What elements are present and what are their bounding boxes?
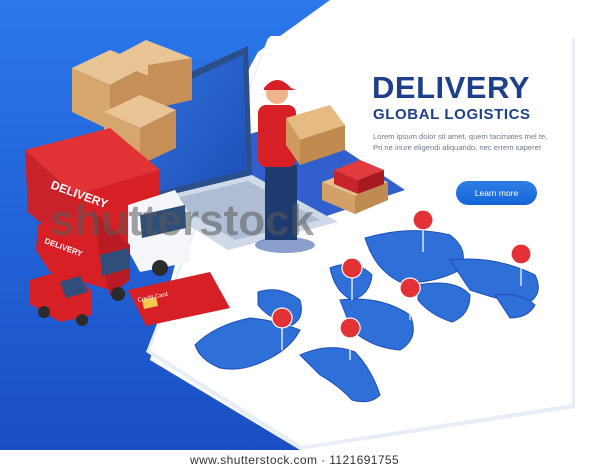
body-text: Lorem ipsum dolor sit amet, quem tacimat… [373,131,548,153]
footer: www.shutterstock.com · 1121691755 [0,450,600,470]
page-title: DELIVERY [372,70,530,105]
body-line: Lorem ipsum dolor sit amet, quem tacimat… [373,132,548,141]
learn-more-button[interactable]: Learn more [456,181,537,205]
page-subtitle: GLOBAL LOGISTICS [373,106,531,123]
body-line: Pri ne iriure eligendi aliquando, nec er… [373,143,542,152]
watermark: shutterstock [50,196,315,245]
banner-canvas: DELIVERY DELIVERY Credit Card DELIVERY G… [0,0,600,470]
footer-text: www.shutterstock.com · 1121691755 [190,453,400,467]
